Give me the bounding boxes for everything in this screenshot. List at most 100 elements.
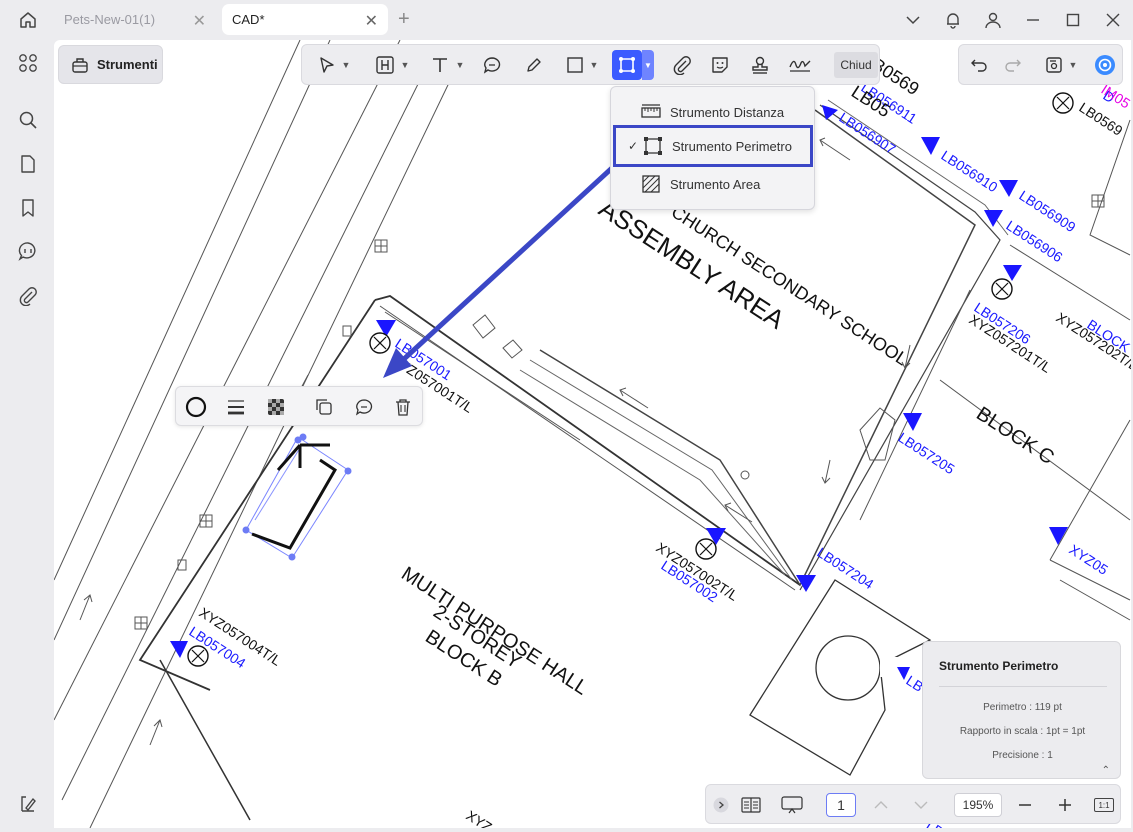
zoom-out-button[interactable] bbox=[1014, 793, 1036, 817]
actual-size-button[interactable]: 1:1 bbox=[1094, 798, 1114, 812]
ai-assistant-button[interactable] bbox=[1093, 52, 1117, 78]
bell-icon[interactable] bbox=[933, 11, 973, 29]
perimeter-selection[interactable] bbox=[242, 433, 352, 561]
page-icon[interactable] bbox=[15, 151, 41, 177]
annotation-arrow bbox=[383, 166, 614, 378]
info-panel-title: Strumento Perimetro bbox=[939, 659, 1059, 673]
main-toolbar: ▼ ▼ ▼ ▼ ▼ Chiud bbox=[301, 44, 880, 85]
menu-item-distance[interactable]: Strumento Distanza bbox=[611, 95, 816, 129]
close-window-icon[interactable] bbox=[1093, 13, 1133, 27]
drawing-label: LB057204 bbox=[814, 544, 876, 592]
prev-page-button[interactable] bbox=[869, 793, 893, 817]
highlight-icon bbox=[375, 56, 394, 74]
area-icon bbox=[642, 175, 660, 193]
chevron-down-icon[interactable]: ▼ bbox=[642, 50, 654, 80]
page-layout-button[interactable] bbox=[739, 793, 763, 817]
resize-handle-icon[interactable]: ⌃ bbox=[1102, 765, 1110, 776]
tab-label: Pets-New-01(1) bbox=[64, 12, 156, 27]
zoom-in-button[interactable] bbox=[1054, 793, 1076, 817]
drawing-label: LB056910 bbox=[938, 147, 1000, 195]
chevron-up-icon bbox=[874, 801, 888, 809]
pencil-tool[interactable] bbox=[522, 52, 546, 78]
copy-button[interactable] bbox=[313, 396, 335, 418]
thumbnails-icon[interactable] bbox=[15, 50, 41, 76]
ruler-icon bbox=[641, 104, 661, 118]
menu-item-area[interactable]: Strumento Area bbox=[611, 167, 816, 201]
attachment-icon[interactable] bbox=[15, 283, 41, 309]
maximize-icon[interactable] bbox=[1053, 13, 1093, 27]
comment-icon[interactable] bbox=[15, 238, 41, 264]
sign-icon[interactable] bbox=[15, 790, 41, 816]
zoom-level[interactable]: 195% bbox=[954, 793, 1002, 817]
user-icon[interactable] bbox=[973, 11, 1013, 29]
precision-value: Precisione : 1 bbox=[992, 750, 1053, 761]
attach-tool[interactable] bbox=[670, 52, 694, 78]
text-tool[interactable]: ▼ bbox=[427, 52, 467, 78]
save-button[interactable]: ▼ bbox=[1041, 52, 1081, 78]
drawing-label: IM05 bbox=[1098, 81, 1131, 111]
search-icon[interactable] bbox=[15, 107, 41, 133]
sticker-tool[interactable] bbox=[708, 52, 732, 78]
measure-tool[interactable]: ▼ bbox=[610, 50, 656, 80]
home-icon[interactable] bbox=[14, 8, 42, 32]
comment-button[interactable] bbox=[353, 396, 375, 418]
tools-button-label: Strumenti bbox=[97, 57, 158, 72]
presentation-icon bbox=[781, 796, 803, 814]
close-tab-icon[interactable]: ✕ bbox=[365, 11, 378, 31]
undo-button[interactable] bbox=[967, 52, 991, 78]
menu-item-label: Strumento Area bbox=[670, 176, 761, 192]
redo-icon bbox=[1005, 59, 1021, 72]
menu-item-label: Strumento Distanza bbox=[670, 104, 785, 120]
annotation-float-toolbar bbox=[175, 386, 423, 426]
signature-tool[interactable] bbox=[786, 52, 814, 78]
redo-button[interactable] bbox=[1001, 52, 1025, 78]
highlight-tool[interactable]: ▼ bbox=[372, 52, 412, 78]
comment-icon bbox=[483, 57, 501, 74]
paperclip-icon bbox=[673, 56, 691, 75]
sticker-icon bbox=[712, 57, 728, 73]
drawing-label: BLOCK C bbox=[972, 403, 1058, 469]
plus-icon bbox=[1059, 799, 1071, 811]
scale-ratio: Rapporto in scala : 1pt = 1pt bbox=[959, 726, 1086, 737]
minimize-icon[interactable] bbox=[1013, 13, 1053, 27]
select-tool[interactable]: ▼ bbox=[312, 52, 356, 78]
opacity-button[interactable] bbox=[265, 396, 287, 418]
next-page-button[interactable] bbox=[909, 793, 933, 817]
tab-pets-new[interactable]: Pets-New-01(1) ✕ bbox=[54, 4, 216, 35]
left-sidebar bbox=[0, 40, 54, 832]
stamp-tool[interactable] bbox=[748, 52, 772, 78]
chevron-right-icon bbox=[713, 797, 729, 813]
delete-button[interactable] bbox=[392, 396, 414, 418]
page-number-input[interactable]: 1 bbox=[826, 793, 856, 817]
text-icon bbox=[432, 58, 447, 72]
copy-icon bbox=[316, 399, 332, 415]
chevron-down-icon[interactable] bbox=[893, 15, 933, 25]
comment-tool[interactable] bbox=[480, 52, 504, 78]
undo-icon bbox=[971, 59, 987, 72]
bookmark-icon[interactable] bbox=[15, 195, 41, 221]
new-tab-icon[interactable]: + bbox=[398, 8, 410, 31]
bottom-navigation-bar: 1 195% 1:1 bbox=[705, 784, 1121, 824]
line-weight-icon bbox=[228, 400, 244, 415]
rectangle-icon bbox=[566, 57, 583, 73]
comment-icon bbox=[355, 399, 373, 416]
collapse-bar-button[interactable] bbox=[711, 793, 731, 817]
shape-tool[interactable]: ▼ bbox=[560, 52, 604, 78]
right-toolbar: ▼ bbox=[958, 44, 1123, 85]
drawing-label: XYZ bbox=[463, 807, 495, 828]
check-icon: ✓ bbox=[628, 139, 639, 153]
close-tab-icon[interactable]: ✕ bbox=[193, 11, 206, 31]
close-button[interactable]: Chiud bbox=[834, 52, 878, 78]
tab-cad[interactable]: CAD* ✕ bbox=[222, 4, 388, 35]
line-weight-button[interactable] bbox=[225, 396, 247, 418]
presentation-button[interactable] bbox=[779, 793, 805, 817]
stroke-color-button[interactable] bbox=[185, 396, 207, 418]
pencil-icon bbox=[527, 58, 541, 72]
tools-button[interactable]: Strumenti bbox=[58, 45, 163, 84]
opacity-icon bbox=[268, 399, 284, 415]
tab-label: CAD* bbox=[232, 12, 265, 27]
menu-item-perimeter[interactable]: ✓ Strumento Perimetro bbox=[613, 125, 813, 167]
drawing-label: LB056907 bbox=[836, 109, 898, 157]
window-controls bbox=[893, 0, 1133, 40]
circle-color-icon bbox=[185, 396, 207, 418]
